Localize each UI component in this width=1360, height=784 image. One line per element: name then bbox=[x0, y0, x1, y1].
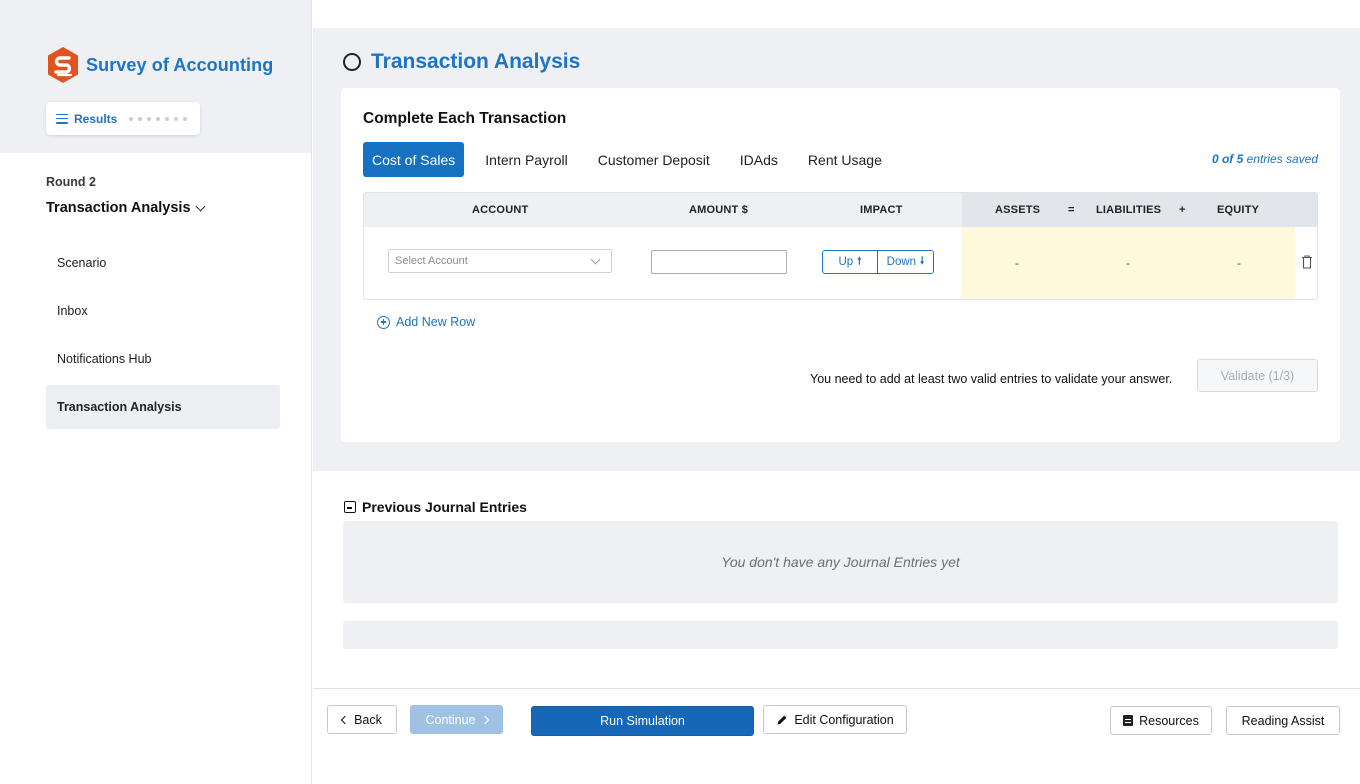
back-label: Back bbox=[354, 712, 382, 727]
plus-circle-icon bbox=[377, 315, 390, 329]
validate-button[interactable]: Validate (1/3) bbox=[1197, 359, 1318, 392]
sidebar-item-transaction-analysis[interactable]: Transaction Analysis bbox=[46, 385, 280, 429]
results-label: Results bbox=[74, 111, 118, 126]
section-title: Transaction Analysis bbox=[46, 200, 191, 216]
add-new-row-button[interactable]: Add New Row bbox=[377, 315, 475, 329]
account-select-placeholder: Select Account bbox=[395, 255, 468, 267]
liabilities-value: - bbox=[1126, 256, 1130, 270]
brand-name: Survey of Accounting bbox=[86, 54, 274, 75]
sidebar: Survey of Accounting Results Round 2 Tra… bbox=[0, 0, 312, 784]
journal-entry-table: ACCOUNT AMOUNT $ IMPACT ASSETS = LIABILI… bbox=[363, 192, 1318, 300]
inbox-icon bbox=[344, 501, 356, 513]
section-dropdown[interactable]: Transaction Analysis bbox=[46, 200, 205, 216]
edit-configuration-button[interactable]: Edit Configuration bbox=[763, 705, 907, 734]
page-header: Transaction Analysis bbox=[343, 50, 580, 74]
entries-saved-suffix: entries saved bbox=[1246, 152, 1318, 166]
entries-saved-count: 0 of 5 bbox=[1211, 152, 1244, 166]
header-liabilities: LIABILITIES bbox=[1096, 204, 1162, 216]
header-equals: = bbox=[1068, 204, 1075, 216]
back-button[interactable]: Back bbox=[327, 705, 397, 734]
trash-icon[interactable] bbox=[1300, 254, 1314, 270]
chevron-down-icon bbox=[590, 254, 601, 265]
status-circle-icon bbox=[343, 53, 361, 71]
tab-intern-payroll[interactable]: Intern Payroll bbox=[476, 142, 576, 177]
transaction-card: Complete Each Transaction Cost of Sales … bbox=[341, 88, 1340, 442]
table-header: ACCOUNT AMOUNT $ IMPACT ASSETS = LIABILI… bbox=[364, 193, 1317, 227]
edit-configuration-label: Edit Configuration bbox=[794, 712, 894, 727]
chevron-left-icon bbox=[340, 715, 350, 724]
progress-dots bbox=[129, 116, 188, 121]
pencil-icon bbox=[777, 715, 787, 724]
run-simulation-button[interactable]: Run Simulation bbox=[531, 706, 754, 736]
header-impact: IMPACT bbox=[860, 204, 903, 216]
continue-button[interactable]: Continue bbox=[410, 705, 503, 734]
impact-toggle: Up 🠕 Down 🠗 bbox=[822, 250, 934, 274]
header-amount: AMOUNT $ bbox=[689, 204, 749, 216]
equity-value: - bbox=[1237, 256, 1241, 270]
sidebar-header: Survey of Accounting Results bbox=[0, 0, 311, 153]
amount-input[interactable] bbox=[651, 250, 787, 274]
previous-entries-header: Previous Journal Entries bbox=[344, 499, 527, 515]
assets-value: - bbox=[1015, 256, 1019, 270]
footer-toolbar: Back Continue Run Simulation Edit Config… bbox=[313, 688, 1360, 784]
results-button[interactable]: Results bbox=[46, 102, 200, 135]
impact-down-button[interactable]: Down 🠗 bbox=[878, 251, 933, 273]
round-label: Round 2 bbox=[46, 175, 96, 189]
resources-label: Resources bbox=[1139, 713, 1199, 728]
entries-saved-status: 0 of 5 entries saved bbox=[1212, 152, 1318, 166]
add-new-row-label: Add New Row bbox=[396, 315, 476, 329]
transaction-tabs: Cost of Sales Intern Payroll Customer De… bbox=[363, 142, 903, 177]
page-title: Transaction Analysis bbox=[371, 50, 581, 73]
hamburger-icon bbox=[56, 113, 68, 124]
tab-cost-of-sales[interactable]: Cost of Sales bbox=[363, 142, 465, 177]
reading-assist-button[interactable]: Reading Assist bbox=[1226, 706, 1340, 735]
header-equity: EQUITY bbox=[1217, 204, 1260, 216]
chevron-down-icon bbox=[195, 201, 205, 211]
top-strip bbox=[313, 0, 1360, 28]
placeholder-bar bbox=[343, 621, 1338, 649]
main-content: Transaction Analysis Complete Each Trans… bbox=[313, 0, 1360, 784]
previous-entries-empty: You don't have any Journal Entries yet bbox=[343, 521, 1338, 603]
continue-label: Continue bbox=[425, 712, 476, 727]
sidebar-nav: Scenario Inbox Notifications Hub Transac… bbox=[46, 241, 280, 433]
validation-message: You need to add at least two valid entri… bbox=[810, 372, 1173, 386]
sidebar-item-notifications-hub[interactable]: Notifications Hub bbox=[46, 337, 280, 381]
card-title: Complete Each Transaction bbox=[363, 110, 567, 127]
brand[interactable]: Survey of Accounting bbox=[46, 46, 273, 84]
tab-customer-deposit[interactable]: Customer Deposit bbox=[589, 142, 719, 177]
tab-idads[interactable]: IDAds bbox=[731, 142, 787, 177]
arrow-up-icon: 🠕 bbox=[857, 255, 862, 267]
arrow-down-icon: 🠗 bbox=[920, 255, 925, 267]
chevron-right-icon bbox=[480, 715, 489, 724]
sidebar-item-inbox[interactable]: Inbox bbox=[46, 289, 280, 333]
survey-logo-icon bbox=[48, 47, 78, 83]
impact-up-label: Up bbox=[838, 256, 854, 268]
impact-down-label: Down bbox=[886, 256, 917, 268]
resources-button[interactable]: Resources bbox=[1110, 706, 1212, 735]
impact-up-button[interactable]: Up 🠕 bbox=[823, 251, 878, 273]
previous-entries-title: Previous Journal Entries bbox=[362, 499, 527, 515]
header-assets: ASSETS bbox=[995, 204, 1041, 216]
sidebar-item-scenario[interactable]: Scenario bbox=[46, 241, 280, 285]
header-plus: + bbox=[1179, 204, 1186, 216]
tab-rent-usage[interactable]: Rent Usage bbox=[799, 142, 891, 177]
account-select[interactable]: Select Account bbox=[388, 249, 612, 273]
header-account: ACCOUNT bbox=[472, 204, 529, 216]
app-root: Survey of Accounting Results Round 2 Tra… bbox=[0, 0, 1360, 784]
clipboard-icon bbox=[1123, 715, 1134, 726]
